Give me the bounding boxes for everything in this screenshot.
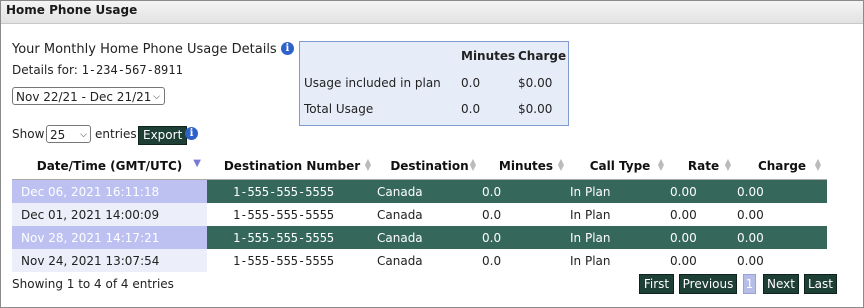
summary-row-minutes: 0.0 xyxy=(461,102,481,116)
cell-datetime: Nov 24, 2021 13:07:54 xyxy=(12,249,207,272)
details-line: Details for: 1-234-567-8911 xyxy=(12,63,183,77)
usage-panel: Home Phone Usage Your Monthly Home Phone… xyxy=(0,0,864,308)
summary-header-minutes: Minutes xyxy=(461,49,516,63)
cell-call-type: In Plan xyxy=(570,203,670,226)
page-size-select[interactable]: 25 ⌵ xyxy=(46,125,91,143)
column-header-charge[interactable]: Charge ▲ ▼ xyxy=(737,153,827,180)
cell-minutes: 0.0 xyxy=(482,179,570,203)
showing-entries-text: Showing 1 to 4 of 4 entries xyxy=(12,277,174,291)
sort-desc-icon: ▼ xyxy=(193,158,201,169)
summary-header-charge: Charge xyxy=(518,49,567,63)
chevron-down-icon: ⌵ xyxy=(80,130,87,140)
cell-destination: Canada xyxy=(377,203,482,226)
export-button[interactable]: Export xyxy=(138,126,188,145)
column-header-destination[interactable]: Destination ▲ ▼ xyxy=(377,153,482,180)
cell-charge: 0.00 xyxy=(737,226,827,249)
summary-row-minutes: 0.0 xyxy=(461,76,481,90)
summary-row-charge: $0.00 xyxy=(518,102,553,116)
chevron-down-icon: ⌵ xyxy=(153,92,160,102)
column-header-call-type[interactable]: Call Type ▲ ▼ xyxy=(570,153,670,180)
table-row[interactable]: Nov 28, 2021 14:17:21 1-555-555-5555 Can… xyxy=(12,226,827,249)
cell-charge: 0.00 xyxy=(737,203,827,226)
table-row[interactable]: Dec 01, 2021 14:00:09 1-555-555-5555 Can… xyxy=(12,203,827,226)
page-number-button[interactable]: 1 xyxy=(743,274,756,294)
cell-charge: 0.00 xyxy=(737,179,827,203)
show-label: Show xyxy=(12,127,45,141)
entries-label: entries xyxy=(95,127,137,141)
usage-summary-box: Minutes Charge Usage included in plan 0.… xyxy=(299,41,569,126)
cell-charge: 0.00 xyxy=(737,249,827,272)
first-page-button[interactable]: First xyxy=(639,274,674,294)
cell-minutes: 0.0 xyxy=(482,203,570,226)
sort-icon: ▲ ▼ xyxy=(724,157,731,172)
column-header-rate[interactable]: Rate ▲ ▼ xyxy=(670,153,737,180)
usage-table: Date/Time (GMT/UTC) ▼ Destination Number ▲… xyxy=(12,153,827,272)
panel-title: Home Phone Usage xyxy=(6,3,138,17)
sort-icon: ▲ ▼ xyxy=(814,157,821,172)
column-header-destination-number[interactable]: Destination Number ▲ ▼ xyxy=(207,153,377,180)
details-label: Details for: xyxy=(12,63,78,77)
cell-call-type: In Plan xyxy=(570,226,670,249)
sort-icon: ▲ ▼ xyxy=(364,157,371,172)
cell-destination-number: 1-555-555-5555 xyxy=(207,179,377,203)
cell-destination-number: 1-555-555-5555 xyxy=(207,203,377,226)
cell-destination-number: 1-555-555-5555 xyxy=(207,226,377,249)
cell-datetime: Nov 28, 2021 14:17:21 xyxy=(12,226,207,249)
billing-period-value: Nov 22/21 - Dec 21/21 xyxy=(16,90,152,104)
cell-call-type: In Plan xyxy=(570,249,670,272)
table-header-row: Date/Time (GMT/UTC) ▼ Destination Number ▲… xyxy=(12,153,827,180)
billing-period-select[interactable]: Nov 22/21 - Dec 21/21 ⌵ xyxy=(12,87,165,105)
table-row[interactable]: Nov 24, 2021 13:07:54 1-555-555-5555 Can… xyxy=(12,249,827,272)
last-page-button[interactable]: Last xyxy=(804,274,837,294)
panel-header: Home Phone Usage xyxy=(1,1,863,24)
page-size-value: 25 xyxy=(50,128,66,142)
next-page-button[interactable]: Next xyxy=(763,274,799,294)
section-title: Your Monthly Home Phone Usage Details i xyxy=(12,42,294,57)
info-icon[interactable]: i xyxy=(280,42,294,55)
cell-destination-number: 1-555-555-5555 xyxy=(207,249,377,272)
pagination: First Previous 1 Next Last xyxy=(639,274,837,294)
cell-destination: Canada xyxy=(377,249,482,272)
summary-row-label: Total Usage xyxy=(304,102,374,116)
column-header-datetime[interactable]: Date/Time (GMT/UTC) ▼ xyxy=(12,153,207,180)
column-header-minutes[interactable]: Minutes ▲ ▼ xyxy=(482,153,570,180)
table-row[interactable]: Dec 06, 2021 16:11:18 1-555-555-5555 Can… xyxy=(12,179,827,203)
sort-icon: ▲ ▼ xyxy=(557,157,564,172)
cell-call-type: In Plan xyxy=(570,179,670,203)
section-title-text: Your Monthly Home Phone Usage Details xyxy=(12,42,277,57)
cell-rate: 0.00 xyxy=(670,179,737,203)
cell-minutes: 0.0 xyxy=(482,226,570,249)
info-icon[interactable]: i xyxy=(185,127,198,140)
summary-row-charge: $0.00 xyxy=(518,76,553,90)
sort-icon: ▲ ▼ xyxy=(469,157,476,172)
cell-datetime: Dec 01, 2021 14:00:09 xyxy=(12,203,207,226)
cell-rate: 0.00 xyxy=(670,249,737,272)
cell-destination: Canada xyxy=(377,226,482,249)
previous-page-button[interactable]: Previous xyxy=(679,274,737,294)
cell-minutes: 0.0 xyxy=(482,249,570,272)
cell-rate: 0.00 xyxy=(670,203,737,226)
cell-datetime: Dec 06, 2021 16:11:18 xyxy=(12,179,207,203)
summary-row-label: Usage included in plan xyxy=(304,76,441,90)
cell-rate: 0.00 xyxy=(670,226,737,249)
cell-destination: Canada xyxy=(377,179,482,203)
sort-icon: ▲ ▼ xyxy=(657,157,664,172)
phone-number: 1-234-567-8911 xyxy=(81,63,183,77)
